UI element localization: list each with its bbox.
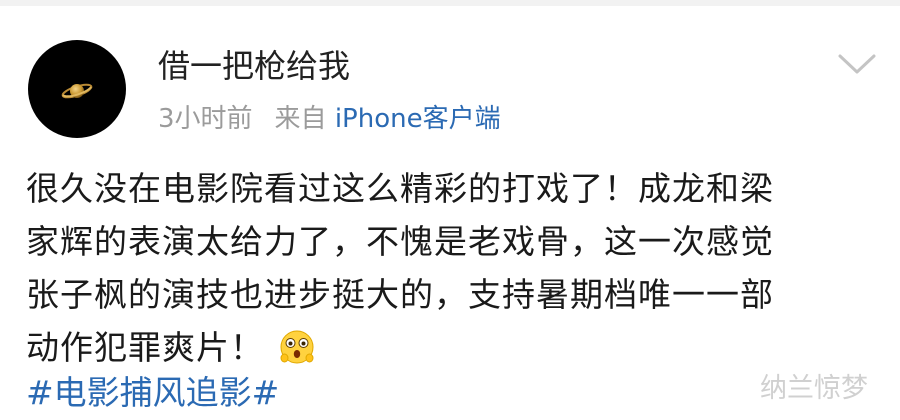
source-prefix: 来自	[274, 104, 327, 134]
saturn-planet-icon	[61, 83, 93, 99]
post-line: 家辉的表演太给力了，不愧是老戏骨，这一次感觉	[26, 222, 774, 261]
post-line: 很久没在电影院看过这么精彩的打戏了！成龙和梁	[26, 169, 774, 208]
top-divider	[0, 0, 900, 6]
client-link[interactable]: iPhone客户端	[335, 104, 501, 134]
chevron-down-icon[interactable]	[836, 50, 878, 78]
hashtag-link[interactable]: #电影捕风追影#	[26, 372, 279, 414]
post-line: 张子枫的演技也进步挺大的，支持暑期档唯一一部	[26, 275, 774, 314]
post-meta: 3小时前 来自 iPhone客户端	[158, 102, 501, 136]
username[interactable]: 借一把枪给我	[158, 46, 350, 86]
post-line-last: 动作犯罪爽片！	[26, 321, 876, 374]
surprised-face-emoji	[280, 330, 314, 364]
watermark: 纳兰惊梦	[760, 373, 868, 404]
avatar[interactable]	[28, 40, 126, 138]
weibo-post-card: 借一把枪给我 3小时前 来自 iPhone客户端 很久没在电影院看过这么精彩的打戏…	[0, 0, 900, 420]
post-content: 很久没在电影院看过这么精彩的打戏了！成龙和梁 家辉的表演太给力了，不愧是老戏骨，…	[26, 162, 876, 374]
post-line: 动作犯罪爽片！	[26, 328, 264, 367]
post-time: 3小时前	[158, 104, 253, 134]
